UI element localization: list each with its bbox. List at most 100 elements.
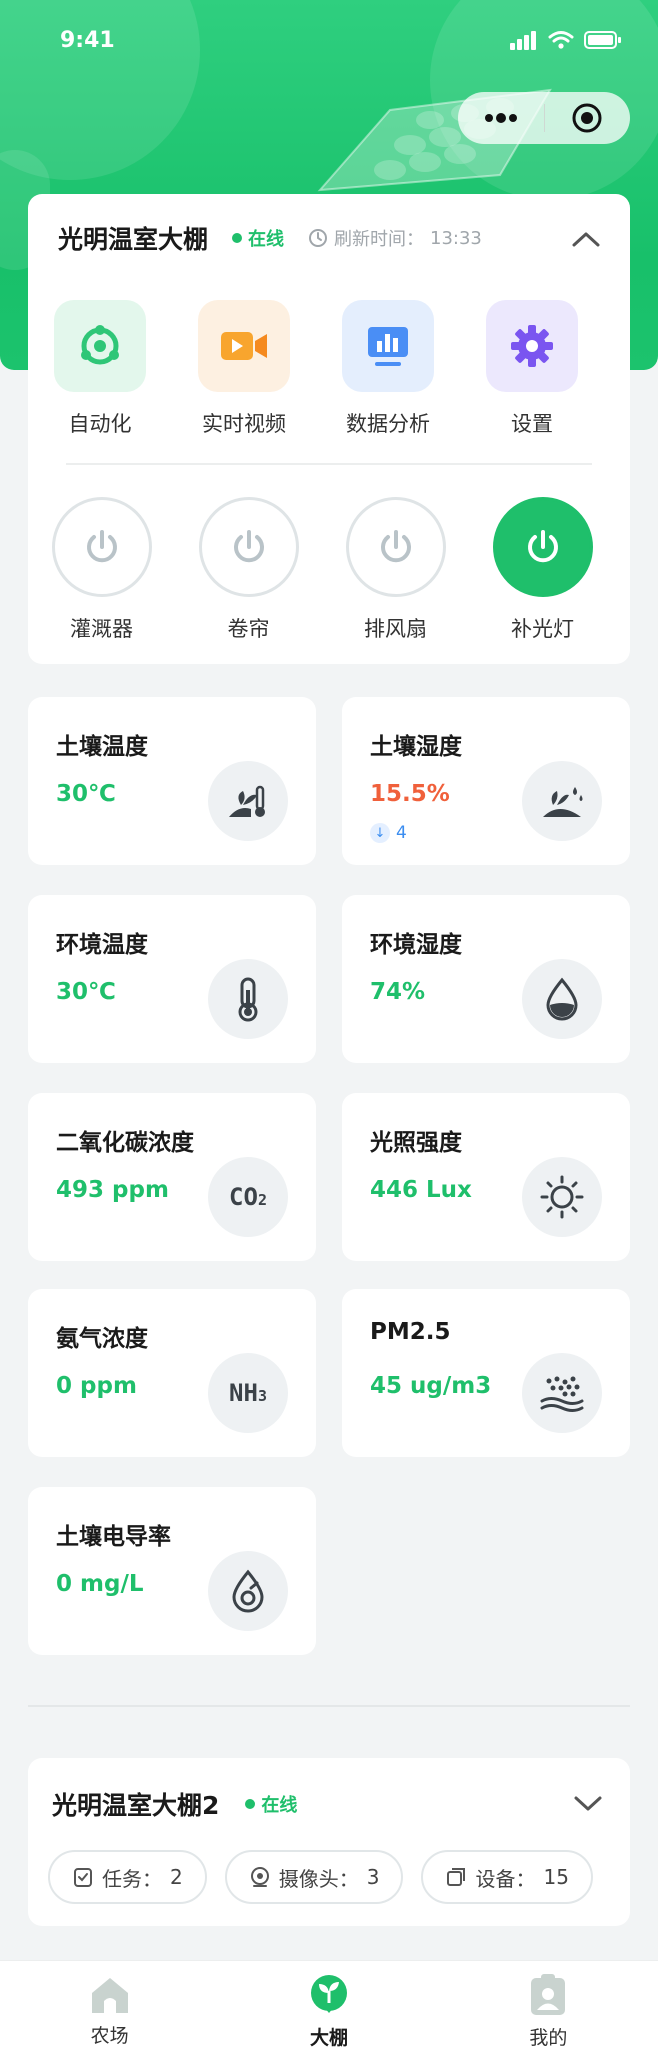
water-drop-icon (522, 959, 602, 1039)
device-label: 灌溉器 (70, 617, 133, 641)
chip-count: 15 (543, 1865, 569, 1889)
collapse-button[interactable] (568, 224, 604, 254)
conductivity-icon (208, 1551, 288, 1631)
status-badge: 在线 (245, 1791, 297, 1817)
sensor-name: 环境温度 (56, 932, 148, 958)
sensor-value: 446 Lux (370, 1177, 472, 1203)
sensor-value: 0 ppm (56, 1373, 137, 1399)
tab-mine[interactable]: 我的 (439, 1961, 658, 2061)
divider (66, 463, 592, 465)
more-icon (484, 113, 517, 123)
sensor-name: 光照强度 (370, 1130, 462, 1156)
profile-icon (531, 1973, 566, 2015)
power-icon (380, 530, 411, 563)
refresh-label: 刷新时间： (334, 229, 425, 250)
sensor-card-soil-conductivity[interactable]: 土壤电导率 0 mg/L (28, 1487, 316, 1655)
sprout-icon (310, 1974, 347, 2013)
power-toggle[interactable] (51, 497, 152, 597)
refresh-time: 13:33 (430, 227, 482, 249)
video-camera-icon (198, 300, 290, 392)
sensor-name: 土壤温度 (56, 734, 148, 760)
chip-label: 摄像头： (278, 1866, 359, 1891)
sensor-name: 土壤电导率 (56, 1524, 171, 1550)
sensor-name: 土壤湿度 (370, 734, 462, 760)
online-dot (232, 233, 243, 243)
function-label: 设置 (511, 412, 553, 436)
device-label: 卷帘 (227, 617, 270, 641)
co2-icon: CO2 (208, 1157, 288, 1237)
expand-button[interactable] (570, 1788, 606, 1818)
tab-label: 农场 (90, 2024, 129, 2047)
more-button[interactable] (458, 92, 544, 144)
sensor-value: 45 ug/m3 (370, 1373, 492, 1399)
soil-thermometer-icon (208, 761, 288, 841)
power-toggle[interactable] (345, 497, 446, 597)
chip-label: 设备： (475, 1866, 536, 1891)
co2-icon-text: CO2 (229, 1183, 267, 1211)
device-fan[interactable]: 排风扇 (322, 497, 469, 643)
function-automation[interactable]: 自动化 (28, 300, 172, 438)
sensor-value: 493 ppm (56, 1177, 169, 1203)
function-row: 自动化 实时视频 数据分析 设置 (28, 300, 630, 438)
device-curtain[interactable]: 卷帘 (175, 497, 322, 643)
power-toggle[interactable] (198, 497, 299, 597)
function-label: 数据分析 (346, 412, 430, 436)
chip-row: 任务： 2 摄像头： 3 设备： 15 (48, 1850, 593, 1904)
tab-bar: 农场 大棚 我的 (0, 1960, 658, 2061)
sensor-card-soil-temperature[interactable]: 土壤温度 30℃ (28, 697, 316, 865)
chevron-up-icon (572, 232, 600, 247)
function-video[interactable]: 实时视频 (172, 300, 316, 438)
trend-indicator: ↓ 4 (370, 823, 407, 843)
greenhouse2-card[interactable]: 光明温室大棚2 在线 任务： 2 摄像头： 3 设备： 15 (28, 1758, 630, 1926)
sensor-card-air-humidity[interactable]: 环境湿度 74% (342, 895, 630, 1063)
sensor-name: 二氧化碳浓度 (56, 1130, 194, 1156)
sensor-value: 74% (370, 979, 426, 1005)
close-miniprogram-button[interactable] (545, 92, 631, 144)
function-label: 自动化 (68, 412, 132, 436)
sun-icon (522, 1157, 602, 1237)
power-toggle[interactable] (492, 497, 593, 597)
power-icon (86, 530, 117, 563)
chip-count: 2 (170, 1865, 183, 1889)
device-chip[interactable]: 设备： 15 (421, 1850, 593, 1904)
section-divider (28, 1705, 630, 1707)
greenhouse2-title: 光明温室大棚2 (52, 1791, 220, 1820)
function-settings[interactable]: 设置 (460, 300, 604, 438)
arrow-down-icon: ↓ (370, 823, 390, 843)
sensor-card-pm25[interactable]: PM2.5 45 ug/m3 (342, 1289, 630, 1457)
camera-chip[interactable]: 摄像头： 3 (224, 1850, 404, 1904)
device-grow-light[interactable]: 补光灯 (469, 497, 616, 643)
wifi-icon (548, 31, 574, 49)
sensor-card-light[interactable]: 光照强度 446 Lux (342, 1093, 630, 1261)
online-dot (245, 1799, 256, 1809)
particles-icon (522, 1353, 602, 1433)
status-badge: 在线 (232, 225, 284, 251)
sensor-name: 氨气浓度 (56, 1326, 148, 1352)
tab-greenhouse[interactable]: 大棚 (219, 1961, 438, 2061)
home-icon (91, 1977, 128, 2013)
sensor-card-air-temperature[interactable]: 环境温度 30℃ (28, 895, 316, 1063)
task-chip[interactable]: 任务： 2 (48, 1850, 207, 1904)
sensor-card-ammonia[interactable]: 氨气浓度 0 ppm NH3 (28, 1289, 316, 1457)
device-irrigator[interactable]: 灌溉器 (28, 497, 175, 643)
function-label: 实时视频 (202, 412, 286, 436)
tab-farm[interactable]: 农场 (0, 1961, 219, 2061)
trend-value: 4 (396, 823, 407, 843)
sensor-name: PM2.5 (370, 1319, 451, 1345)
sensor-name: 环境湿度 (370, 932, 462, 958)
power-icon (527, 530, 558, 563)
camera-icon (250, 1867, 269, 1887)
gear-icon (486, 300, 578, 392)
device-row: 灌溉器 卷帘 排风扇 补光灯 (28, 497, 630, 643)
device-icon (447, 1868, 466, 1886)
power-icon (233, 530, 264, 563)
soil-moisture-icon (522, 761, 602, 841)
sensor-card-soil-moisture[interactable]: 土壤湿度 15.5% ↓ 4 (342, 697, 630, 865)
chip-count: 3 (366, 1865, 380, 1889)
function-analysis[interactable]: 数据分析 (316, 300, 460, 438)
device-label: 排风扇 (364, 617, 427, 641)
chip-label: 任务： (102, 1866, 162, 1891)
sensor-card-co2[interactable]: 二氧化碳浓度 493 ppm CO2 (28, 1093, 316, 1261)
task-icon (74, 1868, 92, 1887)
miniprogram-capsule (458, 92, 630, 144)
